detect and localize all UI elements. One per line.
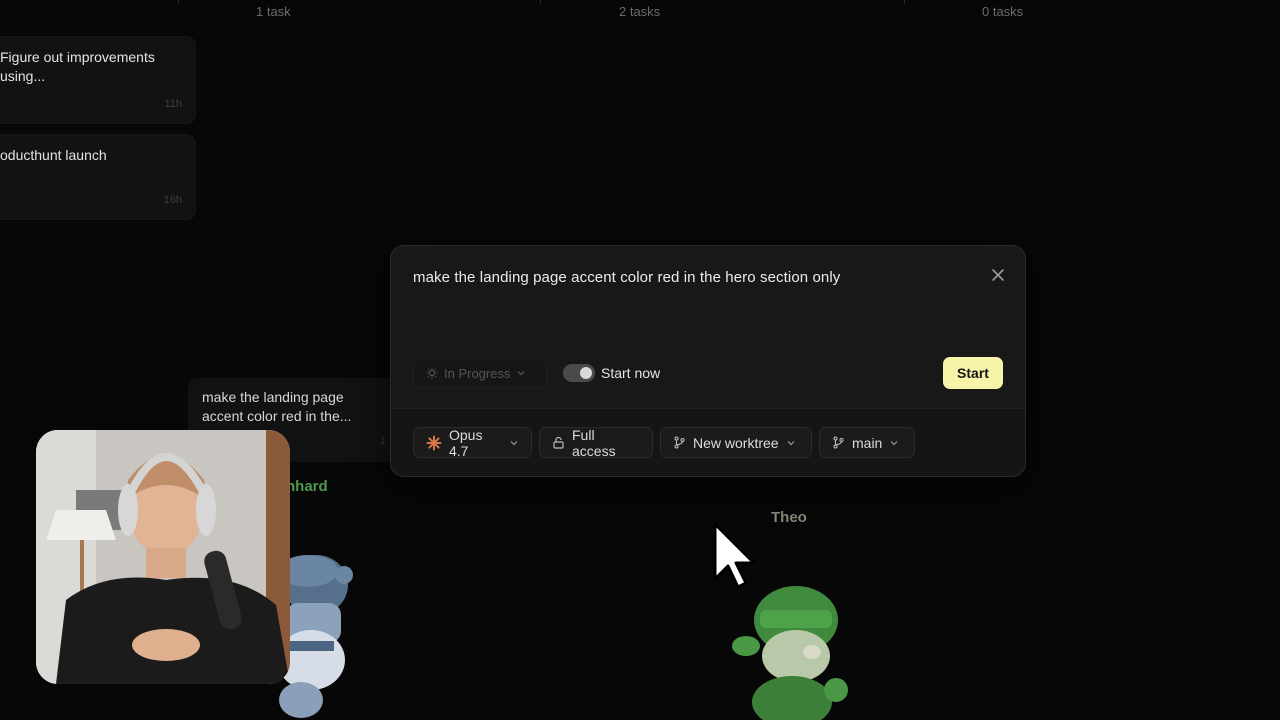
task-card-title: Figure out improvements using...	[0, 49, 155, 84]
chevron-down-icon	[787, 440, 795, 445]
branch-label: main	[852, 434, 883, 451]
agent-name-label: Theo	[771, 509, 807, 526]
model-selector[interactable]: Opus 4.7	[413, 426, 532, 459]
start-now-label: Start now	[601, 365, 661, 381]
task-card[interactable]: oducthunt launch 16h	[0, 134, 196, 220]
git-branch-icon	[674, 436, 685, 449]
webcam-overlay	[36, 430, 290, 684]
column-task-count: 2 tasks	[619, 4, 661, 19]
start-now-toggle[interactable]	[563, 364, 595, 382]
app-canvas: 1 task 2 tasks 0 tasks Figure out improv…	[0, 0, 1280, 720]
status-dropdown[interactable]: In Progress	[413, 358, 547, 388]
start-button[interactable]: Start	[943, 357, 1003, 389]
worktree-selector[interactable]: New worktree	[660, 427, 812, 458]
branch-selector[interactable]: main	[819, 427, 915, 458]
agent-name-label: nhard	[286, 478, 328, 495]
chevron-down-icon	[510, 440, 518, 445]
claude-spark-icon	[426, 435, 442, 450]
task-card[interactable]: Figure out improvements using... 11h	[0, 36, 196, 124]
model-label: Opus 4.7	[449, 426, 483, 459]
git-branch-icon	[833, 436, 844, 449]
status-label: In Progress	[444, 365, 511, 381]
column-divider	[178, 0, 179, 4]
access-selector[interactable]: Full access	[539, 426, 653, 459]
dialog-divider	[391, 408, 1025, 409]
task-card-age: 1	[380, 436, 386, 447]
mouse-cursor-icon	[713, 522, 756, 589]
task-card-age: 16h	[163, 194, 182, 206]
unlock-icon	[553, 436, 564, 449]
close-icon[interactable]	[991, 268, 1005, 282]
sun-icon	[426, 367, 438, 379]
task-prompt-input[interactable]: make the landing page accent color red i…	[413, 269, 840, 286]
toggle-knob	[580, 367, 592, 379]
column-task-count: 0 tasks	[982, 4, 1024, 19]
task-card-title: make the landing page accent color red i…	[202, 389, 352, 424]
column-divider	[904, 0, 905, 4]
column-task-count: 1 task	[256, 4, 291, 19]
access-label: Full access	[572, 426, 616, 459]
worktree-label: New worktree	[693, 434, 779, 451]
chevron-down-icon	[518, 371, 525, 376]
chevron-down-icon	[890, 440, 898, 445]
task-card-age: 11h	[164, 98, 182, 110]
new-task-dialog: make the landing page accent color red i…	[390, 245, 1026, 477]
task-card-title: oducthunt launch	[0, 147, 107, 163]
agent-mascot-green[interactable]	[726, 582, 856, 720]
column-divider	[540, 0, 541, 4]
